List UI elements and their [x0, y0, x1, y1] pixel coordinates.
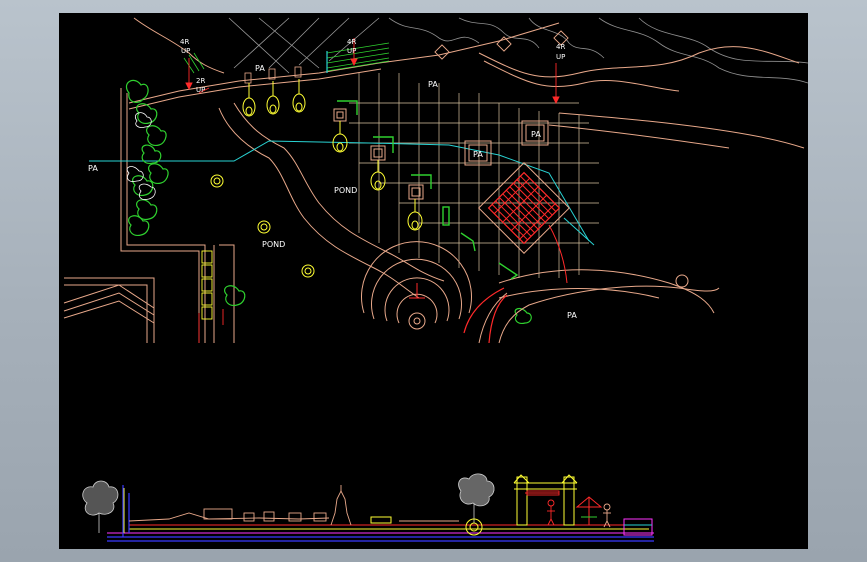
section-gateway: [513, 474, 578, 526]
label-pond-1: POND: [334, 186, 357, 195]
fountain-jets-top: [242, 79, 306, 117]
planter-boxes: [201, 250, 213, 320]
label-stair-3-upper: 4R: [347, 38, 356, 46]
label-pond-2: POND: [262, 240, 285, 249]
terrain-contours: [388, 17, 808, 84]
curved-walk-red: [463, 287, 508, 344]
label-stair-2-upper: 2R: [196, 77, 205, 85]
label-stair-1-upper: 4R: [180, 38, 189, 46]
label-pa-box-2: PA: [473, 150, 483, 159]
green-planter-edges: [337, 100, 519, 280]
label-pa-mid: PA: [255, 64, 265, 73]
label-stair-3-lower: UP: [347, 47, 356, 55]
section-tree-mid: [458, 473, 495, 523]
label-pa-left: PA: [88, 164, 98, 173]
roof-structure-lines: [228, 17, 380, 74]
label-stair-4-lower: UP: [556, 53, 565, 61]
section-tree-left: [82, 480, 119, 533]
site-plan-drawing: PA PA PA PA PA PA POND POND 4R UP 2R UP …: [63, 17, 808, 542]
chevron-walkway: [63, 277, 155, 343]
label-pa-bottom: PA: [567, 311, 577, 320]
yellow-plants: [210, 174, 315, 278]
diamond-markers: [434, 30, 569, 60]
section-elevation: [82, 473, 654, 542]
label-stair-4-upper: 4R: [556, 43, 565, 51]
section-umbrella: [575, 496, 603, 525]
label-pa-box-1: PA: [531, 130, 541, 139]
circular-plaza: [361, 241, 472, 330]
lamp-posts: [244, 66, 302, 84]
label-pa-top: PA: [428, 80, 438, 89]
label-stair-1-lower: UP: [181, 47, 190, 55]
cad-drawing-viewport[interactable]: PA PA PA PA PA PA POND POND 4R UP 2R UP …: [59, 13, 808, 549]
label-stair-2-lower: UP: [196, 86, 205, 94]
section-obelisk: [330, 485, 352, 526]
